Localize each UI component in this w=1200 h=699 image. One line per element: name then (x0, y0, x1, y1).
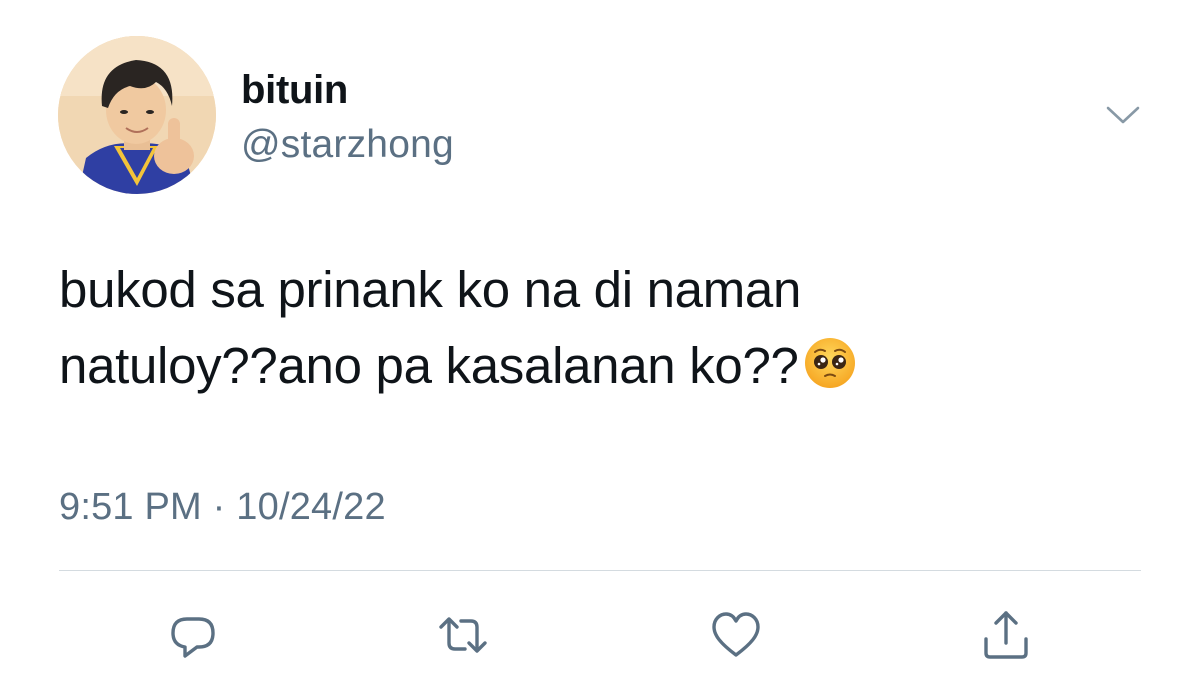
retweet-icon (439, 617, 487, 653)
tweet-text-line-2-text: natuloy??ano pa kasalanan ko?? (59, 337, 799, 394)
tweet-text: bukod sa prinank ko na di naman natuloy?… (59, 252, 1119, 404)
display-name[interactable]: bituin (241, 66, 348, 114)
avatar-image (58, 36, 216, 194)
pleading-face-emoji-icon (803, 335, 857, 389)
like-button[interactable] (706, 605, 766, 665)
heart-icon (712, 612, 760, 657)
reply-button[interactable] (163, 605, 223, 665)
chevron-down-icon[interactable] (1104, 100, 1142, 130)
retweet-button[interactable] (433, 605, 493, 665)
user-handle[interactable]: @starzhong (241, 121, 454, 169)
share-button[interactable] (976, 605, 1036, 665)
tweet-text-line-2: natuloy??ano pa kasalanan ko?? (59, 328, 1119, 404)
tweet-timestamp[interactable]: 9:51 PM · 10/24/22 (59, 483, 386, 531)
tweet-text-line-1: bukod sa prinank ko na di naman (59, 261, 802, 318)
share-icon (984, 611, 1028, 659)
tweet-card: bituin @starzhong bukod sa prinank ko na… (0, 0, 1200, 699)
divider (59, 570, 1141, 571)
avatar[interactable] (58, 36, 216, 194)
reply-icon (171, 617, 215, 658)
